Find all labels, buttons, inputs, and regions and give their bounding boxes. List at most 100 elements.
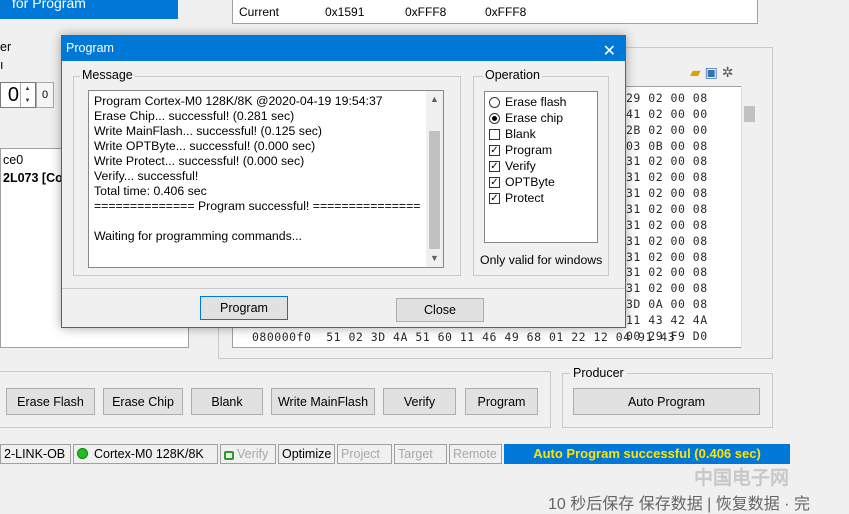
device-list-item-selected[interactable]: 2L073 [Co: [3, 171, 63, 185]
message-group-label: Message: [80, 68, 135, 82]
hex-last-row: 080000f0 51 02 3D 4A 51 60 11 46 49 68 0…: [252, 330, 676, 344]
radio-erase-flash[interactable]: Erase flash: [489, 95, 567, 109]
checkbox-optbyte[interactable]: ✓ OPTByte: [489, 175, 555, 189]
hex-toolbar: ▰ ▣ ✲: [690, 64, 734, 81]
info-row-c2: 0xFFF8: [405, 5, 447, 19]
erase-chip-button[interactable]: Erase Chip: [103, 388, 183, 415]
message-line: Write OPTByte... successful! (0.000 sec): [94, 139, 316, 153]
hex-scrollbar[interactable]: [741, 86, 757, 348]
hex-row: 31 02 00 08: [626, 201, 708, 216]
hex-row: 31 02 00 08: [626, 154, 708, 169]
message-line: Waiting for programming commands...: [94, 229, 302, 243]
info-row-c3: 0xFFF8: [485, 5, 527, 19]
status-device-label: Cortex-M0 128K/8K: [94, 447, 204, 461]
top-banner[interactable]: for Program ›: [0, 0, 178, 19]
operation-label: Erase chip: [505, 111, 564, 125]
erase-flash-button[interactable]: Erase Flash: [6, 388, 95, 415]
message-line: Total time: 0.406 sec: [94, 184, 207, 198]
spin-small-value: 0: [41, 89, 49, 101]
status-project[interactable]: Project: [337, 444, 392, 464]
lock-icon: [224, 451, 234, 460]
left-label-fragment-2: ı: [0, 58, 4, 72]
save-icon[interactable]: ▣: [705, 64, 718, 80]
hex-row: 31 02 00 08: [626, 170, 708, 185]
checkbox-icon[interactable]: ✓: [489, 144, 500, 156]
hex-row: 29 02 00 08: [626, 91, 708, 105]
checkbox-program[interactable]: ✓ Program: [489, 143, 552, 157]
status-verify[interactable]: Verify: [220, 444, 276, 464]
checkbox-icon[interactable]: ✓: [489, 192, 500, 204]
auto-program-button[interactable]: Auto Program: [573, 388, 760, 415]
hex-row: 31 02 00 08: [626, 281, 708, 296]
device-list-item[interactable]: ce0: [3, 153, 23, 167]
message-line: ============== Program successful! =====…: [94, 199, 421, 213]
program-button[interactable]: Program: [465, 388, 538, 415]
top-banner-label: for Program: [12, 0, 86, 11]
radio-icon[interactable]: [489, 96, 500, 108]
hex-scroll-thumb[interactable]: [744, 106, 755, 122]
operation-label: Program: [505, 143, 553, 157]
only-valid-note: Only valid for windows: [480, 253, 603, 267]
dialog-close-button[interactable]: Close: [396, 298, 484, 322]
operation-list: Erase flash Erase chip Blank ✓ Program ✓ Verif…: [484, 91, 598, 243]
info-row-c1: 0x1591: [325, 5, 365, 19]
status-verify-label: Verify: [237, 447, 269, 461]
message-line: Write Protect... successful! (0.000 sec): [94, 154, 305, 168]
hex-row: 31 02 00 08: [626, 186, 708, 201]
dialog-title-bar[interactable]: Program ✕: [62, 36, 625, 61]
operation-label: Erase flash: [505, 95, 567, 109]
scroll-down-icon[interactable]: ▼: [426, 250, 443, 267]
hex-row: 03 0B 00 08: [626, 138, 708, 153]
hex-row: 3D 0A 00 08: [626, 297, 708, 312]
watermark-logo: 中国电子网: [694, 468, 790, 489]
checkbox-icon[interactable]: ✓: [489, 160, 500, 172]
producer-label: Producer: [570, 366, 627, 380]
message-line: Write MainFlash... successful! (0.125 se…: [94, 124, 323, 138]
hex-row: 31 02 00 08: [626, 249, 708, 264]
operation-group-label: Operation: [483, 68, 542, 82]
write-mainflash-button[interactable]: Write MainFlash: [271, 388, 375, 415]
operation-label: OPTByte: [505, 175, 555, 189]
status-result: Auto Program successful (0.406 sec): [504, 444, 790, 464]
verify-button[interactable]: Verify: [383, 388, 456, 415]
operation-label: Protect: [505, 191, 544, 205]
message-line: Erase Chip... successful! (0.281 sec): [94, 109, 295, 123]
spin-small-field[interactable]: 0: [36, 82, 54, 108]
hex-row: 31 02 00 08: [626, 233, 708, 248]
status-optimize[interactable]: Optimize: [278, 444, 335, 464]
status-device: Cortex-M0 128K/8K: [73, 444, 218, 464]
left-label-fragment: er: [0, 40, 12, 54]
radio-icon[interactable]: [489, 112, 500, 124]
hex-row: 11 43 42 4A: [626, 312, 708, 327]
autosave-bar: 10 秒后保存 保存数据 | 恢复数据 · 完: [548, 496, 810, 513]
hex-row: 31 02 00 08: [626, 265, 708, 280]
connected-led-icon: [77, 448, 88, 459]
checkbox-protect[interactable]: ✓ Protect: [489, 191, 544, 205]
message-log[interactable]: Program Cortex-M0 128K/8K @2020-04-19 19…: [88, 90, 444, 268]
checkbox-blank[interactable]: Blank: [489, 127, 536, 141]
checkbox-icon[interactable]: ✓: [489, 176, 500, 188]
close-icon[interactable]: ✕: [603, 39, 616, 64]
status-target[interactable]: Target: [394, 444, 447, 464]
speed-spinbox-value: 0: [7, 84, 19, 106]
message-scroll-thumb[interactable]: [429, 131, 440, 249]
spin-arrows-icon[interactable]: ▲ ▼: [20, 83, 34, 107]
operation-label: Verify: [505, 159, 536, 173]
status-remote[interactable]: Remote: [449, 444, 502, 464]
checkbox-verify[interactable]: ✓ Verify: [489, 159, 536, 173]
hex-row: 2B 02 00 00: [626, 122, 708, 137]
dialog-separator: [62, 288, 625, 289]
message-line: Program Cortex-M0 128K/8K @2020-04-19 19…: [94, 94, 383, 108]
message-scrollbar[interactable]: ▲ ▼: [426, 91, 443, 267]
radio-erase-chip[interactable]: Erase chip: [489, 111, 563, 125]
program-dialog: Program ✕ Message Program Cortex-M0 128K…: [61, 35, 626, 328]
dialog-program-button[interactable]: Program: [200, 296, 288, 320]
operation-label: Blank: [505, 127, 536, 141]
open-folder-icon[interactable]: ▰: [690, 64, 701, 80]
hex-row: 31 02 00 08: [626, 217, 708, 232]
blank-button[interactable]: Blank: [191, 388, 263, 415]
settings-icon[interactable]: ✲: [722, 64, 734, 80]
scroll-up-icon[interactable]: ▲: [426, 91, 443, 108]
checkbox-icon[interactable]: [489, 128, 500, 140]
status-link: 2-LINK-OB: [0, 444, 71, 464]
